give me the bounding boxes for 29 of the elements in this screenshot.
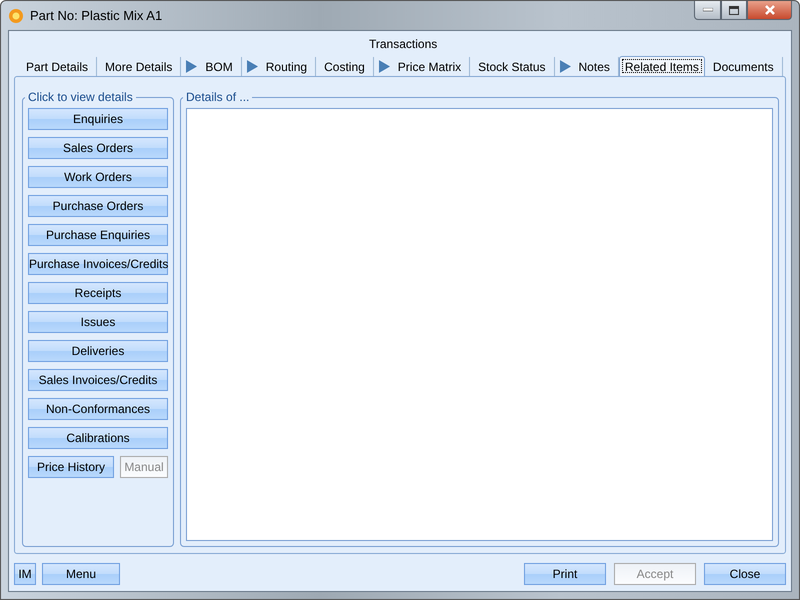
button[interactable]: Purchase Orders xyxy=(28,195,168,217)
group-title: Click to view details xyxy=(27,90,134,104)
button[interactable]: Receipts xyxy=(28,282,168,304)
tab[interactable]: Related Items xyxy=(618,56,705,76)
button[interactable]: Sales Orders xyxy=(28,137,168,159)
group-title: Details of ... xyxy=(185,90,250,104)
close-button[interactable] xyxy=(747,1,792,20)
window-title: Part No: Plastic Mix A1 xyxy=(30,8,162,23)
minimize-button[interactable] xyxy=(694,1,721,20)
maximize-button[interactable] xyxy=(721,1,747,20)
maximize-icon xyxy=(729,6,739,14)
minimize-icon xyxy=(702,8,712,12)
button[interactable]: Issues xyxy=(28,311,168,333)
close-icon xyxy=(764,5,776,15)
app-icon xyxy=(8,8,24,24)
button[interactable]: Menu xyxy=(42,563,120,585)
button[interactable]: Price History xyxy=(28,456,114,478)
button[interactable]: IM xyxy=(14,563,36,585)
button[interactable]: Purchase Enquiries xyxy=(28,224,168,246)
button[interactable]: Sales Invoices/Credits xyxy=(28,369,168,391)
button[interactable]: Print xyxy=(524,563,606,585)
button[interactable]: Work Orders xyxy=(28,166,168,188)
button[interactable]: Calibrations xyxy=(28,427,168,449)
button[interactable]: Purchase Invoices/Credits xyxy=(28,253,168,275)
button[interactable]: Non-Conformances xyxy=(28,398,168,420)
button[interactable]: Close xyxy=(704,563,786,585)
button[interactable]: Enquiries xyxy=(28,108,168,130)
tab-group-label: Transactions xyxy=(369,37,438,51)
button[interactable]: Deliveries xyxy=(28,340,168,362)
